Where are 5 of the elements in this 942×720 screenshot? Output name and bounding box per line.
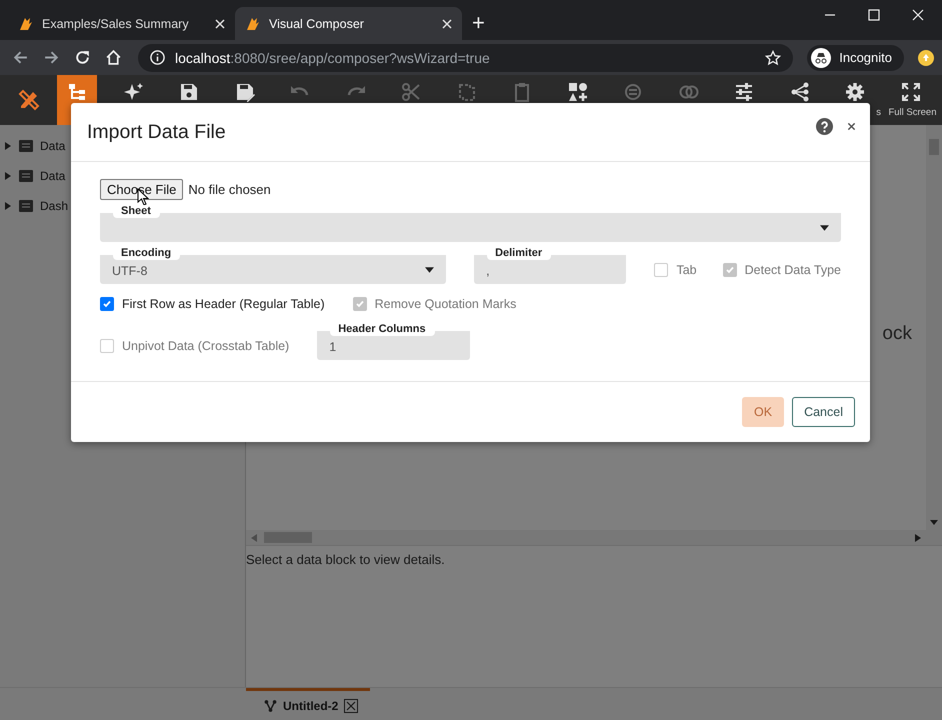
url-text: localhost:8080/sree/app/composer?wsWizard=true (175, 50, 491, 66)
canvas-message: ock (882, 323, 912, 345)
file-status: No file chosen (188, 182, 271, 197)
dialog-title: Import Data File (87, 120, 227, 144)
details-message: Select a data block to view details. (246, 552, 445, 567)
